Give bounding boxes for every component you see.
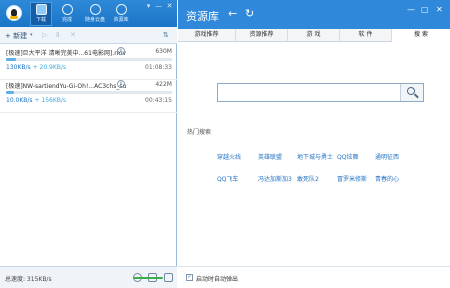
hot-search-link[interactable]: 地下城与勇士	[297, 152, 333, 161]
sort-button[interactable]: ⇅	[163, 31, 169, 39]
minimize-button[interactable]: —	[407, 5, 415, 14]
download-icon	[35, 4, 47, 15]
file-size: 422M	[155, 81, 172, 88]
tab-software[interactable]: 软 件	[340, 29, 392, 42]
page-title: 资源库	[186, 10, 219, 23]
app-window: 下载 完成 随身云盘 资源库 ▾ — ✕ + 新建 ▾ ▷ Ⅱ ✕ ⇅ [极速]…	[0, 0, 450, 288]
resource-library-panel: 资源库 ← ↻ — ▢ ✕ 游戏推荐 资源推荐 游 戏 软 件 搜 索 热门搜索…	[178, 0, 450, 288]
divider	[0, 112, 177, 113]
hot-search-link[interactable]: 敢死队2	[297, 174, 319, 183]
download-item[interactable]: [极速]巨大平洋 清晰完美中...61电影网].rmvb Ⅱ 630M 130K…	[0, 47, 177, 84]
remaining-time: 00:43:15	[145, 97, 172, 104]
progress-bar	[6, 58, 172, 61]
pause-circle-icon[interactable]: Ⅱ	[117, 80, 125, 88]
download-panel: 下载 完成 随身云盘 资源库 ▾ — ✕ + 新建 ▾ ▷ Ⅱ ✕ ⇅ [极速]…	[0, 0, 177, 288]
p2p-speed-value: + 20.9KB/s	[30, 64, 67, 71]
tab-downloading[interactable]: 下载	[30, 2, 52, 26]
refresh-icon[interactable]: ↻	[245, 7, 254, 20]
p2p-speed-value: + 156KB/s	[32, 97, 67, 104]
resource-library-icon	[115, 4, 127, 15]
file-name: [极速]巨大平洋 清晰完美中...61电影网].rmvb	[6, 50, 126, 57]
tab-games[interactable]: 游 戏	[288, 29, 340, 42]
chevron-down-icon[interactable]: ▾	[30, 32, 33, 38]
speed-value: 130KB/s	[6, 64, 31, 71]
search-input[interactable]	[218, 84, 400, 101]
hot-search-label: 热门搜索	[187, 129, 212, 136]
tab-completed-label: 完成	[61, 17, 72, 23]
hot-search-link[interactable]: QQ炫舞	[337, 152, 358, 161]
progress-bar	[6, 91, 172, 94]
divider	[0, 79, 177, 80]
download-speed: 130KB/s + 20.9KB/s	[6, 64, 66, 71]
loading-indicator	[133, 277, 163, 279]
tab-cloud-drive[interactable]: 随身云盘	[82, 2, 108, 26]
footer-bar: ✓ 启动时自动弹出	[178, 266, 450, 288]
tab-resource-library[interactable]: 资源库	[110, 2, 132, 26]
remaining-time: 01:08:33	[145, 64, 172, 71]
hot-search-link[interactable]: QQ飞车	[217, 174, 238, 183]
pause-circle-icon[interactable]: Ⅱ	[117, 47, 125, 55]
download-speed: 10.0KB/s + 156KB/s	[6, 97, 66, 104]
hot-search-link[interactable]: 通明征西	[375, 152, 399, 161]
resource-header: 资源库 ← ↻ — ▢ ✕	[178, 0, 450, 29]
tab-resource-library-label: 资源库	[113, 17, 129, 23]
progress-fill	[6, 58, 16, 61]
download-toolbar: + 新建 ▾ ▷ Ⅱ ✕ ⇅	[0, 27, 177, 44]
speed-value: 10.0KB/s	[6, 97, 33, 104]
new-task-button[interactable]: + 新建	[5, 31, 27, 41]
trash-icon[interactable]	[164, 273, 173, 282]
minimize-button[interactable]: —	[154, 2, 163, 10]
download-header: 下载 完成 随身云盘 资源库 ▾ — ✕	[0, 0, 177, 27]
menu-button[interactable]: ▾	[144, 2, 153, 10]
close-button[interactable]: ✕	[436, 5, 443, 14]
qq-logo-icon	[6, 5, 22, 21]
tab-search[interactable]: 搜 索	[392, 29, 450, 43]
delete-button[interactable]: ✕	[70, 31, 76, 39]
tab-downloading-label: 下载	[35, 17, 46, 23]
start-button[interactable]: ▷	[42, 31, 47, 39]
category-tabs: 游戏推荐 资源推荐 游 戏 软 件 搜 索	[178, 29, 450, 43]
tab-resource-recommend[interactable]: 资源推荐	[236, 29, 288, 42]
total-speed: 总速度: 315KB/s	[5, 276, 52, 283]
hot-search-link[interactable]: 冒罗米修斯	[337, 174, 367, 183]
maximize-button[interactable]: ▢	[421, 5, 429, 14]
hot-search-link[interactable]: 冯达加斯加3	[258, 174, 292, 183]
check-icon	[61, 4, 73, 15]
hot-search-link[interactable]: 英雄联盟	[258, 152, 282, 161]
hot-search-link[interactable]: 青春的心	[375, 174, 399, 183]
file-name: [极速]NW-sartiendYu-Gi-Oh!...AC3chs_sub.mk…	[6, 83, 126, 90]
autostart-label: 启动时自动弹出	[196, 276, 239, 283]
search-box	[217, 83, 424, 102]
progress-fill	[6, 91, 15, 94]
pause-button[interactable]: Ⅱ	[56, 31, 59, 39]
search-icon	[407, 87, 415, 95]
download-item[interactable]: [极速]NW-sartiendYu-Gi-Oh!...AC3chs_sub.mk…	[0, 80, 177, 117]
hot-search-link[interactable]: 穿越火线	[217, 152, 241, 161]
close-button[interactable]: ✕	[165, 2, 174, 10]
back-arrow-icon[interactable]: ←	[228, 7, 237, 20]
tab-completed[interactable]: 完成	[56, 2, 78, 26]
cloud-icon	[89, 4, 101, 15]
tab-game-recommend[interactable]: 游戏推荐	[178, 29, 236, 42]
autostart-checkbox[interactable]: ✓	[186, 274, 193, 281]
file-size: 630M	[155, 48, 172, 55]
tab-cloud-drive-label: 随身云盘	[84, 17, 105, 23]
search-button[interactable]	[400, 84, 423, 101]
